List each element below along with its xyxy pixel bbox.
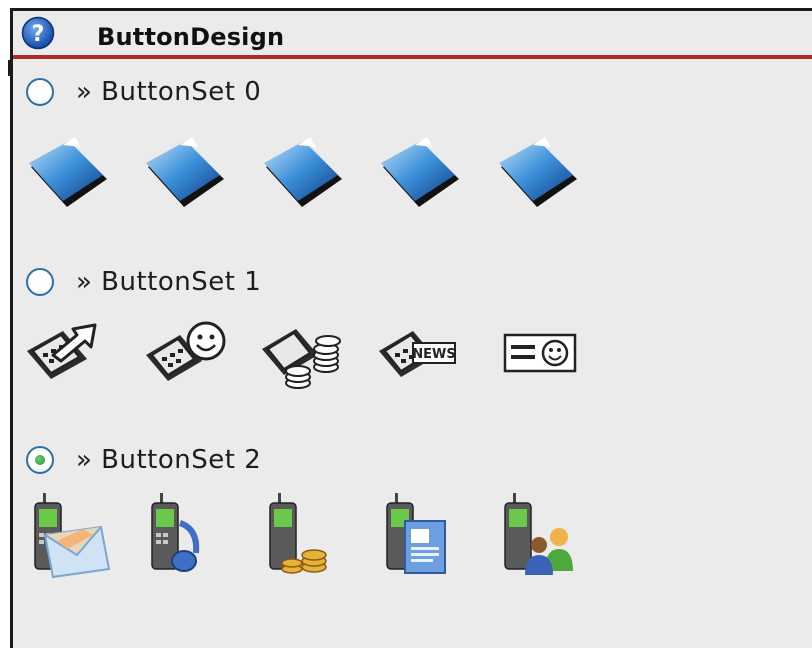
help-question-icon[interactable]: ? [21, 16, 55, 50]
news-label: NEWS [412, 347, 455, 362]
button-set-0-label: » ButtonSet 0 [76, 77, 262, 107]
mobile-music-icon[interactable] [140, 489, 230, 579]
blue-folder-icon[interactable] [258, 133, 348, 223]
phone-news-icon[interactable]: NEWS [375, 307, 465, 397]
blue-folder-icon[interactable] [140, 133, 230, 223]
button-set-0: » ButtonSet 0 [13, 75, 812, 255]
button-set-2-label: » ButtonSet 2 [76, 445, 262, 475]
svg-text:?: ? [32, 22, 45, 47]
mobile-contacts-icon[interactable] [493, 489, 583, 579]
mobile-coins-icon[interactable] [258, 489, 348, 579]
button-set-1-radio-row[interactable]: » ButtonSet 1 [26, 265, 261, 299]
button-set-1-label: » ButtonSet 1 [76, 267, 262, 297]
window-title: ButtonDesign [97, 23, 285, 51]
phone-arrow-icon[interactable] [23, 307, 113, 397]
button-set-0-radio[interactable] [26, 78, 54, 106]
window-edge-mark [0, 60, 10, 76]
mobile-document-icon[interactable] [375, 489, 465, 579]
title-bar: ? ButtonDesign [13, 11, 812, 59]
button-set-0-radio-row[interactable]: » ButtonSet 0 [26, 75, 261, 109]
button-set-2-radio[interactable] [26, 446, 54, 474]
button-set-1-radio[interactable] [26, 268, 54, 296]
button-set-1: » ButtonSet 1 NEWS [13, 265, 812, 445]
button-design-window: ? ButtonDesign » ButtonSet 0 » ButtonSet… [10, 8, 812, 648]
blue-folder-icon[interactable] [493, 133, 583, 223]
blue-folder-icon[interactable] [375, 133, 465, 223]
phone-coins-icon[interactable] [258, 307, 348, 397]
blue-folder-icon[interactable] [23, 133, 113, 223]
id-card-smiley-icon[interactable] [493, 307, 583, 397]
button-set-2: » ButtonSet 2 [13, 443, 812, 623]
button-set-2-radio-row[interactable]: » ButtonSet 2 [26, 443, 261, 477]
mobile-mail-icon[interactable] [23, 489, 113, 579]
phone-smiley-icon[interactable] [140, 307, 230, 397]
